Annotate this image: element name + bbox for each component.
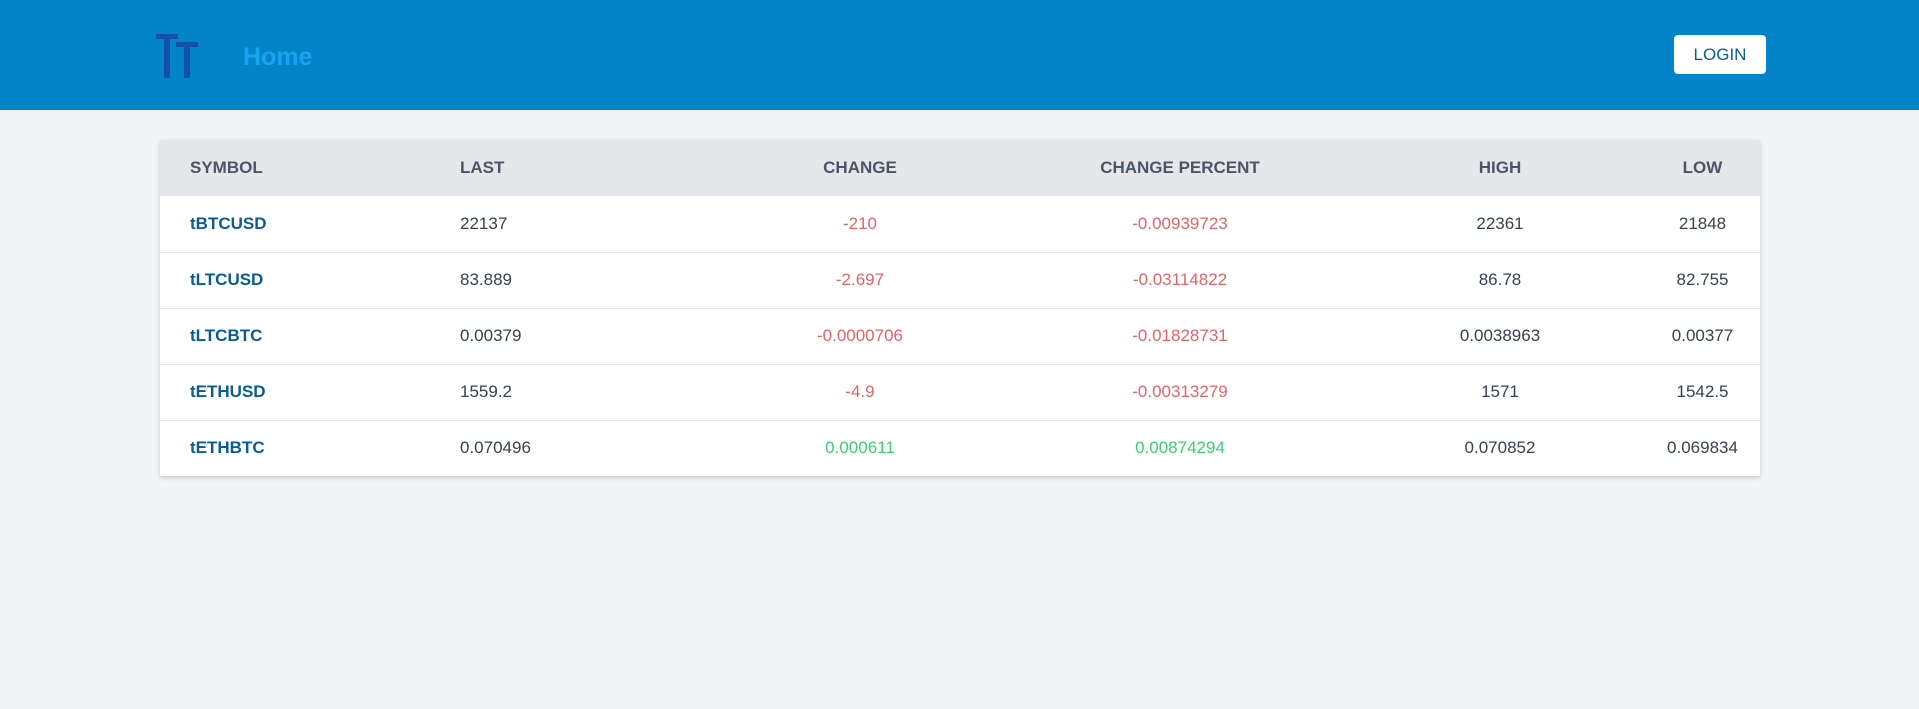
high-cell: 22361 xyxy=(1476,213,1524,233)
column-header-low: LOW xyxy=(1682,158,1723,177)
high-cell: 0.070852 xyxy=(1464,438,1536,458)
low-cell: 0.00377 xyxy=(1671,326,1734,345)
table-row[interactable]: tETHBTC 0.070496 0.000611 0.00874294 0.0… xyxy=(160,420,1760,476)
top-nav-bar: Home LOGIN xyxy=(0,0,1919,110)
ticker-table: SYMBOL LAST CHANGE CHANGE PERCENT HIGH L… xyxy=(160,140,1760,476)
table-row[interactable]: tETHUSD 1559.2 -4.9 -0.00313279 1571 154… xyxy=(160,364,1760,420)
symbol-cell[interactable]: tLTCUSD xyxy=(160,252,460,308)
table-row[interactable]: tLTCBTC 0.00379 -0.0000706 -0.01828731 0… xyxy=(160,308,1760,364)
high-cell: 0.0038963 xyxy=(1459,326,1541,345)
column-header-symbol: SYMBOL xyxy=(190,158,263,177)
last-cell: 1559.2 xyxy=(460,382,512,401)
column-header-high: HIGH xyxy=(1478,158,1522,177)
table-row[interactable]: tBTCUSD 22137 -210 -0.00939723 22361 218… xyxy=(160,196,1760,252)
column-header-change-percent: CHANGE PERCENT xyxy=(1100,158,1260,177)
last-cell: 0.00379 xyxy=(460,326,522,345)
low-cell: 0.069834 xyxy=(1667,438,1738,458)
high-cell: 86.78 xyxy=(1478,270,1522,289)
column-header-change: CHANGE xyxy=(823,158,897,177)
symbol-cell[interactable]: tETHUSD xyxy=(160,364,460,420)
low-cell: 1542.5 xyxy=(1676,382,1729,401)
table-header-row: SYMBOL LAST CHANGE CHANGE PERCENT HIGH L… xyxy=(160,140,1760,196)
last-cell: 0.070496 xyxy=(460,438,531,458)
home-link[interactable]: Home xyxy=(243,42,312,72)
ticker-table-card: SYMBOL LAST CHANGE CHANGE PERCENT HIGH L… xyxy=(160,140,1760,476)
tt-logo-icon[interactable] xyxy=(154,32,204,80)
change-cell: -4.9 xyxy=(845,382,875,401)
login-button[interactable]: LOGIN xyxy=(1674,35,1766,74)
low-cell: 21848 xyxy=(1678,213,1727,233)
change-cell: -0.0000706 xyxy=(816,326,904,345)
symbol-cell[interactable]: tLTCBTC xyxy=(160,308,460,364)
symbol-cell[interactable]: tBTCUSD xyxy=(160,196,460,252)
symbol-cell[interactable]: tETHBTC xyxy=(160,420,460,476)
change-percent-cell: 0.00874294 xyxy=(1135,438,1225,458)
high-cell: 1571 xyxy=(1481,382,1519,401)
change-cell: -2.697 xyxy=(835,270,885,289)
change-cell: 0.000611 xyxy=(825,438,895,458)
column-header-last: LAST xyxy=(460,158,505,177)
change-percent-cell: -0.03114822 xyxy=(1132,270,1228,289)
last-cell: 83.889 xyxy=(460,270,512,289)
change-percent-cell: -0.00939723 xyxy=(1132,213,1228,233)
low-cell: 82.755 xyxy=(1676,270,1729,289)
change-percent-cell: -0.01828731 xyxy=(1132,326,1228,345)
last-cell: 22137 xyxy=(460,213,508,233)
change-cell: -210 xyxy=(842,213,878,233)
table-row[interactable]: tLTCUSD 83.889 -2.697 -0.03114822 86.78 … xyxy=(160,252,1760,308)
change-percent-cell: -0.00313279 xyxy=(1132,382,1228,401)
